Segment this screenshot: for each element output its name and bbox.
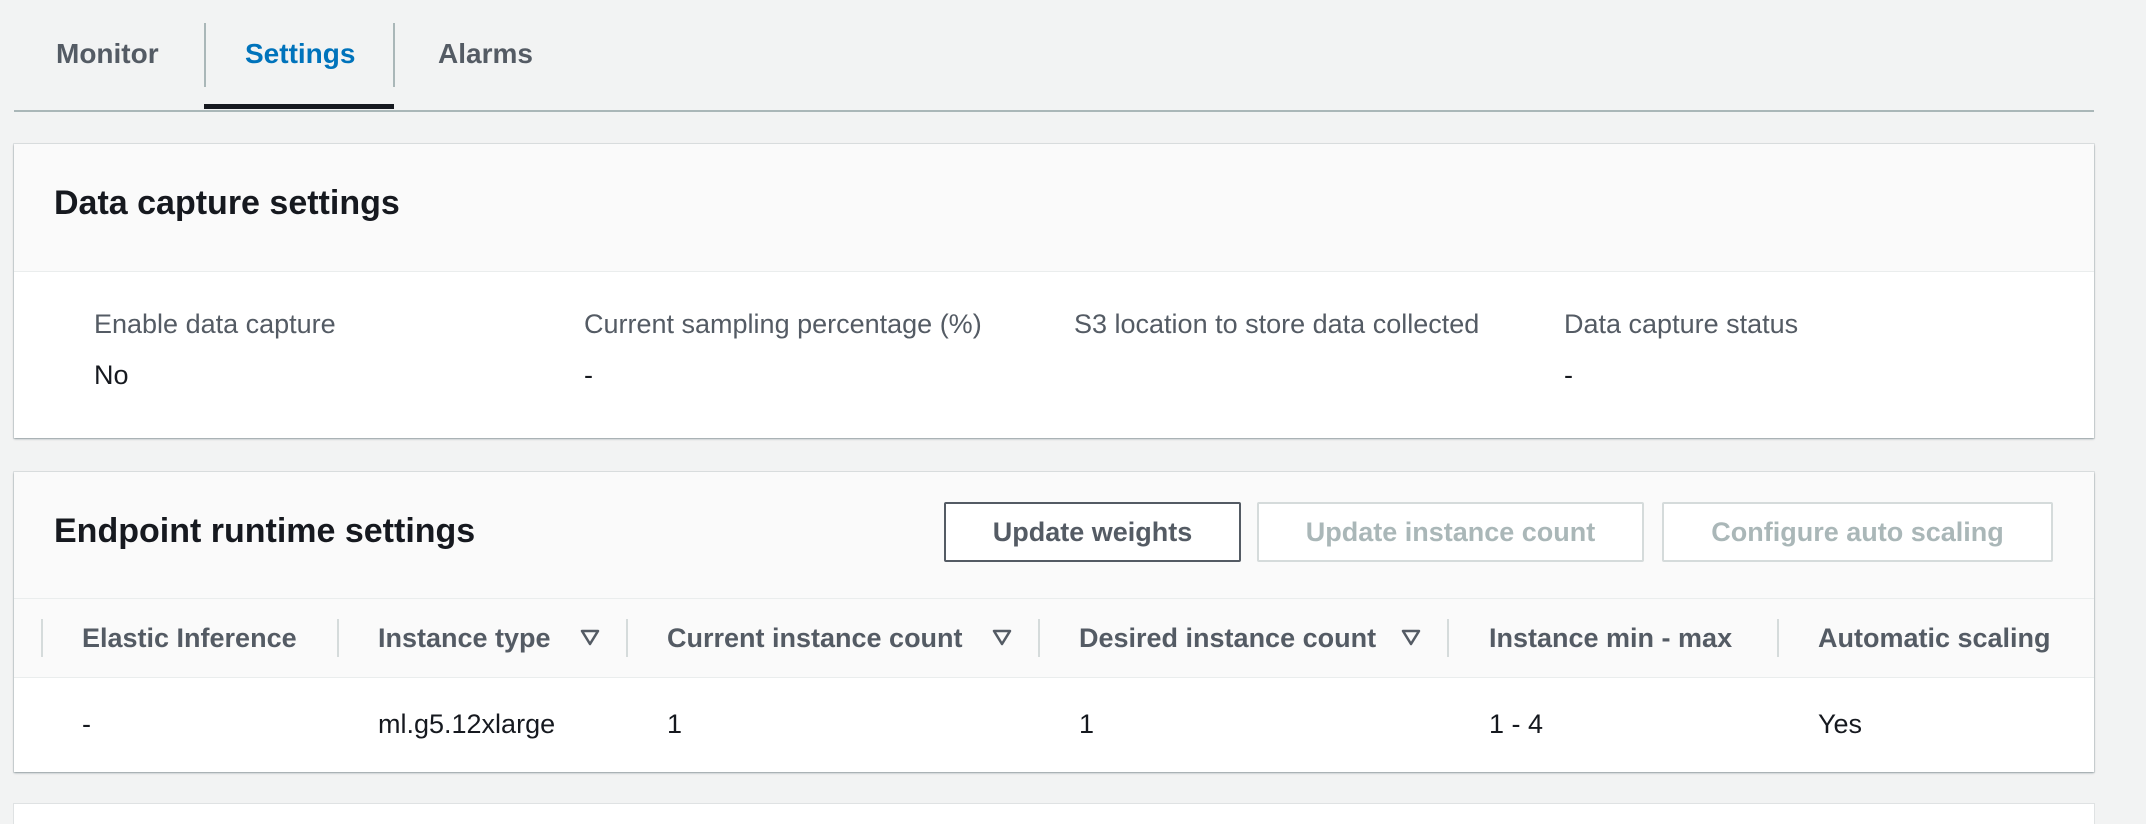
sort-caret-down-icon[interactable] [579, 626, 601, 648]
column-divider [41, 619, 43, 657]
field-value [1074, 360, 1479, 390]
data-capture-title: Data capture settings [54, 184, 400, 222]
sort-caret-down-icon[interactable] [991, 626, 1013, 648]
update-instance-count-button[interactable]: Update instance count [1257, 502, 1644, 562]
cell-automatic-scaling: Yes [1818, 709, 1863, 739]
field-value: No [94, 360, 129, 390]
table-row: - ml.g5.12xlarge 1 1 1 - 4 Yes [14, 677, 2094, 772]
field-value: - [1564, 360, 1573, 390]
column-header-current-instance-count[interactable]: Current instance count [667, 599, 963, 677]
field-value: - [584, 360, 593, 390]
s3-location-field: S3 location to store data collected [1074, 309, 1479, 390]
tab-alarms[interactable]: Alarms [438, 0, 533, 108]
column-divider [1038, 619, 1040, 657]
field-label: Data capture status [1564, 309, 1799, 339]
configure-auto-scaling-button[interactable]: Configure auto scaling [1662, 502, 2053, 562]
tab-divider [204, 23, 206, 87]
tab-monitor[interactable]: Monitor [56, 0, 159, 108]
cell-instance-min-max: 1 - 4 [1489, 709, 1544, 739]
column-divider [1777, 619, 1779, 657]
data-capture-header: Data capture settings [14, 144, 2094, 272]
next-panel-edge [14, 804, 2094, 824]
cell-instance-type: ml.g5.12xlarge [378, 709, 556, 739]
data-capture-panel: Data capture settings Enable data captur… [14, 144, 2094, 438]
endpoint-runtime-title: Endpoint runtime settings [54, 512, 476, 550]
cell-elastic-inference: - [82, 709, 91, 739]
cell-current-instance-count: 1 [667, 709, 683, 739]
field-label: Current sampling percentage (%) [584, 309, 982, 339]
tab-divider [393, 23, 395, 87]
field-label: Enable data capture [94, 309, 336, 339]
field-label: S3 location to store data collected [1074, 309, 1480, 339]
column-header-instance-min-max: Instance min - max [1489, 622, 1733, 653]
tab-bar: Monitor Settings Alarms [14, 0, 2094, 112]
column-divider [626, 619, 628, 657]
column-header-desired-instance-count[interactable]: Desired instance count [1079, 599, 1376, 677]
active-tab-indicator [204, 104, 394, 109]
update-weights-button[interactable]: Update weights [944, 502, 1241, 562]
enable-data-capture-field: Enable data capture No [94, 309, 336, 390]
sampling-percentage-field: Current sampling percentage (%) - [584, 309, 982, 390]
sort-caret-down-icon[interactable] [1400, 626, 1422, 648]
column-header-elastic-inference: Elastic Inference [82, 622, 297, 653]
tab-settings[interactable]: Settings [245, 0, 355, 108]
endpoint-runtime-panel: Endpoint runtime settings Update weights… [14, 472, 2094, 772]
cell-desired-instance-count: 1 [1079, 709, 1095, 739]
endpoint-runtime-header: Endpoint runtime settings Update weights… [14, 472, 2094, 598]
column-divider [337, 619, 339, 657]
data-capture-status-field: Data capture status - [1564, 309, 1798, 390]
column-header-instance-type[interactable]: Instance type [378, 599, 551, 677]
column-header-automatic-scaling: Automatic scaling [1818, 622, 2051, 653]
table-header: Elastic Inference Instance type Current … [14, 598, 2094, 678]
column-divider [1447, 619, 1449, 657]
